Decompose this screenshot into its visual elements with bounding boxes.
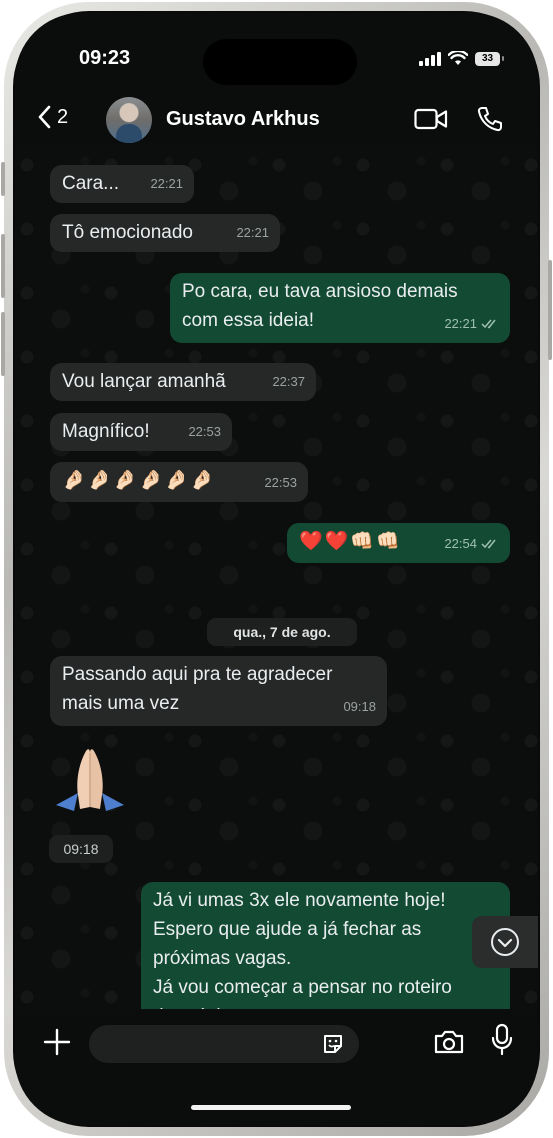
composer-bar — [15, 1011, 538, 1081]
attach-button[interactable] — [43, 1028, 71, 1061]
chat-area[interactable]: Cara... 22:21 Tô emocionado 22:21 Po car… — [15, 151, 538, 1009]
chevron-left-icon — [38, 105, 51, 129]
home-indicator[interactable] — [191, 1105, 351, 1110]
message-meta: 22:54 — [444, 529, 499, 558]
screen: 09:23 33 2 Gustavo Arkhus Cara... 22:21 … — [15, 13, 538, 1125]
dynamic-island — [203, 39, 357, 85]
contact-avatar[interactable] — [106, 97, 152, 143]
message-bubble[interactable]: Magnífico! 22:53 — [50, 413, 232, 451]
message-text: 🤌🏻🤌🏻🤌🏻🤌🏻🤌🏻🤌🏻 — [62, 469, 216, 491]
volume-down-button — [1, 312, 5, 376]
praying-hands-emoji — [56, 749, 124, 811]
avatar-body — [116, 124, 142, 143]
video-call-button[interactable] — [414, 107, 448, 136]
double-check-icon — [481, 539, 496, 549]
message-text: ❤️❤️👊🏻👊🏻 — [299, 530, 402, 552]
message-text: Tô emocionado — [62, 222, 193, 243]
microphone-button[interactable] — [490, 1023, 514, 1062]
camera-icon — [434, 1030, 464, 1054]
unread-count: 2 — [57, 105, 69, 128]
message-bubble[interactable]: 🤌🏻🤌🏻🤌🏻🤌🏻🤌🏻🤌🏻 22:53 — [50, 462, 308, 502]
message-time: 22:53 — [188, 424, 221, 439]
message-text: Po cara, eu tava ansioso demais com essa… — [182, 281, 458, 331]
status-time: 09:23 — [79, 47, 131, 69]
back-button[interactable]: 2 — [37, 105, 68, 129]
message-bubble[interactable]: ❤️❤️👊🏻👊🏻 22:54 — [287, 523, 510, 563]
video-call-icon — [414, 108, 448, 130]
message-text: Já vi umas 3x ele novamente hoje! Espero… — [153, 890, 452, 1009]
microphone-icon — [491, 1023, 513, 1056]
scroll-to-bottom-button[interactable] — [472, 916, 538, 968]
message-text: Vou lançar amanhã — [62, 371, 226, 392]
phone-frame: 09:23 33 2 Gustavo Arkhus Cara... 22:21 … — [1, 2, 552, 1136]
signal-icon — [419, 51, 441, 66]
plus-icon — [43, 1028, 71, 1056]
message-time: 22:54 — [444, 536, 477, 551]
message-time: 22:21 — [236, 225, 269, 240]
message-text: Passando aqui pra te agradecer mais uma … — [62, 664, 333, 714]
voice-call-button[interactable] — [476, 105, 504, 138]
sticker-icon — [324, 1035, 342, 1053]
message-time: 22:21 — [444, 316, 477, 331]
message-bubble[interactable]: Vou lançar amanhã 22:37 — [50, 363, 316, 401]
date-separator: qua., 7 de ago. — [207, 618, 357, 646]
phone-icon — [477, 107, 502, 132]
battery-icon: 33 — [475, 51, 500, 66]
volume-up-button — [1, 234, 5, 298]
message-bubble[interactable]: Tô emocionado 22:21 — [50, 214, 280, 252]
message-bubble[interactable]: Passando aqui pra te agradecer mais uma … — [50, 656, 387, 726]
message-meta: 22:21 — [444, 309, 499, 338]
emoji-message[interactable] — [48, 743, 132, 819]
message-input[interactable] — [89, 1025, 359, 1063]
action-button — [1, 162, 5, 196]
message-bubble[interactable]: Cara... 22:21 — [50, 165, 194, 203]
battery-tip — [502, 56, 504, 61]
double-check-icon — [481, 319, 496, 329]
wifi-icon — [448, 51, 468, 65]
message-time: 09:18 — [49, 835, 113, 863]
power-button — [548, 260, 552, 360]
message-bubble[interactable]: Já vi umas 3x ele novamente hoje! Espero… — [141, 882, 510, 1009]
message-time: 22:21 — [150, 176, 183, 191]
message-time: 09:18 — [343, 699, 376, 714]
sticker-button[interactable] — [321, 1032, 345, 1061]
message-text: Magnífico! — [62, 421, 150, 442]
status-icons: 33 — [419, 51, 504, 66]
chat-header: 2 Gustavo Arkhus — [15, 95, 538, 151]
message-time: 22:53 — [264, 475, 297, 490]
contact-name[interactable]: Gustavo Arkhus — [166, 108, 320, 131]
message-text: Cara... — [62, 173, 120, 194]
message-bubble[interactable]: Po cara, eu tava ansioso demais com essa… — [170, 273, 510, 343]
message-time: 22:37 — [272, 374, 305, 389]
camera-button[interactable] — [433, 1029, 465, 1060]
chevron-down-icon — [491, 928, 519, 956]
